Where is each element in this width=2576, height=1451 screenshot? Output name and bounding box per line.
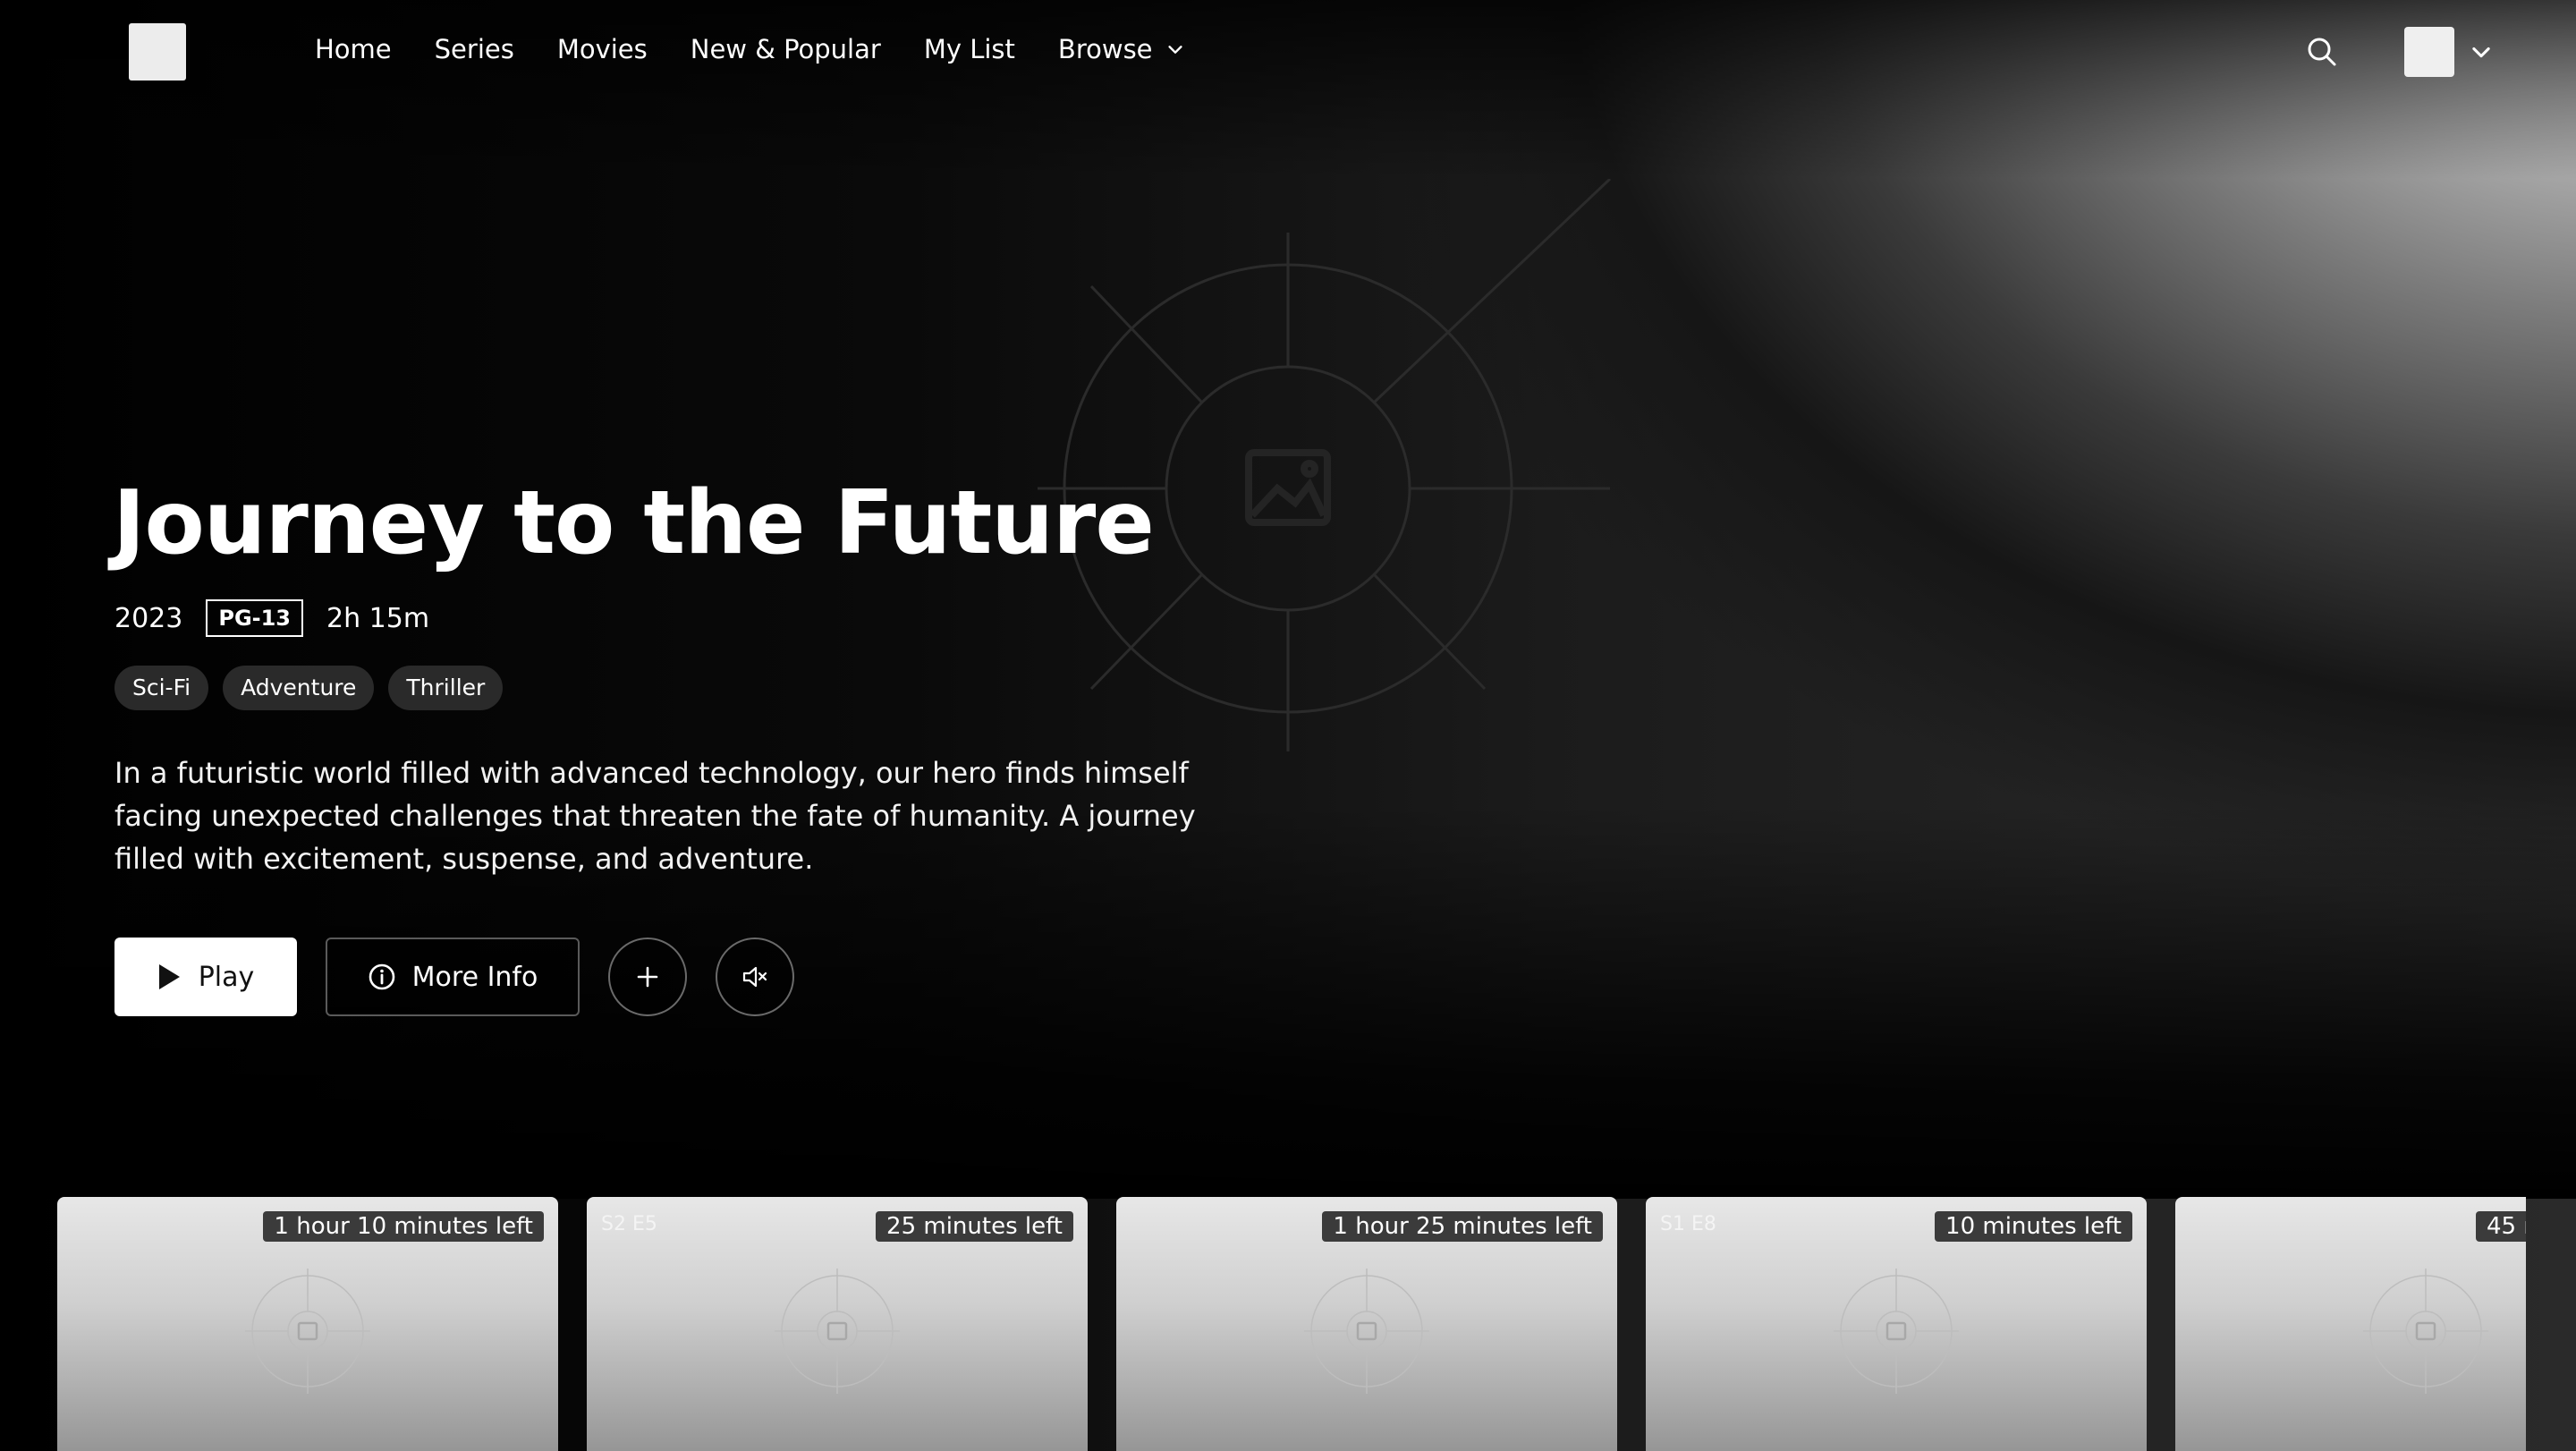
plus-icon (637, 966, 658, 988)
chevron-down-icon (1167, 46, 1182, 54)
nav-browse-label: Browse (1057, 34, 1153, 64)
hero-actions: Play More Info (114, 938, 794, 1016)
nav-link-home[interactable]: Home (315, 34, 392, 64)
hero-description: In a futuristic world filled with advanc… (114, 756, 1196, 876)
time-left-badge: 1 hour 25 minutes left (1322, 1211, 1603, 1242)
avatar[interactable] (2404, 27, 2454, 77)
more-info-label: More Info (411, 961, 538, 993)
mute-button[interactable] (716, 938, 794, 1016)
title-card[interactable]: 1 hour 25 minutes left (1116, 1197, 1617, 1451)
genre-tag[interactable]: Thriller (388, 666, 504, 710)
page: Home Series Movies New & Popular My List… (0, 0, 2576, 1451)
title-card[interactable]: 1 hour 10 minutes left (57, 1197, 558, 1451)
logo[interactable] (129, 23, 186, 81)
hero-meta: 2023 PG-13 2h 15m (114, 599, 429, 637)
time-left-badge: 1 hour 10 minutes left (263, 1211, 544, 1242)
image-placeholder-icon (1304, 1269, 1429, 1394)
image-placeholder-icon (245, 1269, 370, 1394)
continue-watching-row: 1 hour 10 minutes left S2 E5 25 minutes … (57, 1197, 2526, 1451)
nav-links: Home Series Movies New & Popular My List… (315, 34, 1185, 64)
play-label: Play (198, 961, 255, 993)
title-card[interactable]: 45 m (2175, 1197, 2526, 1451)
top-nav: Home Series Movies New & Popular My List… (0, 0, 2576, 106)
volume-mute-icon (742, 966, 767, 988)
title-card[interactable]: S1 E8 10 minutes left (1646, 1197, 2147, 1451)
info-icon (369, 963, 394, 990)
genre-tag[interactable]: Adventure (223, 666, 375, 710)
time-left-badge: 45 m (2476, 1211, 2526, 1242)
nav-link-movies[interactable]: Movies (557, 34, 648, 64)
time-left-badge: 25 minutes left (876, 1211, 1073, 1242)
nav-link-my-list[interactable]: My List (924, 34, 1015, 64)
hero-title: Journey to the Future (113, 472, 1155, 574)
nav-link-new-popular[interactable]: New & Popular (691, 34, 881, 64)
image-placeholder-icon (2363, 1269, 2488, 1394)
title-card[interactable]: S2 E5 25 minutes left (587, 1197, 1088, 1451)
play-button[interactable]: Play (114, 938, 297, 1016)
search-icon[interactable] (2304, 34, 2340, 70)
time-left-badge: 10 minutes left (1935, 1211, 2132, 1242)
episode-label: S2 E5 (601, 1213, 657, 1235)
genre-tag[interactable]: Sci-Fi (114, 666, 209, 710)
duration: 2h 15m (326, 602, 430, 634)
add-to-list-button[interactable] (608, 938, 687, 1016)
release-year: 2023 (114, 602, 183, 634)
chevron-down-icon[interactable] (2469, 39, 2494, 64)
episode-label: S1 E8 (1660, 1213, 1716, 1235)
image-placeholder-icon (775, 1269, 900, 1394)
image-placeholder-icon (1834, 1269, 1959, 1394)
nav-link-series[interactable]: Series (435, 34, 514, 64)
rating-badge: PG-13 (206, 599, 304, 637)
nav-browse-dropdown[interactable]: Browse (1058, 34, 1185, 64)
more-info-button[interactable]: More Info (326, 938, 580, 1016)
genre-list: Sci-Fi Adventure Thriller (114, 666, 504, 710)
play-icon (158, 964, 180, 989)
